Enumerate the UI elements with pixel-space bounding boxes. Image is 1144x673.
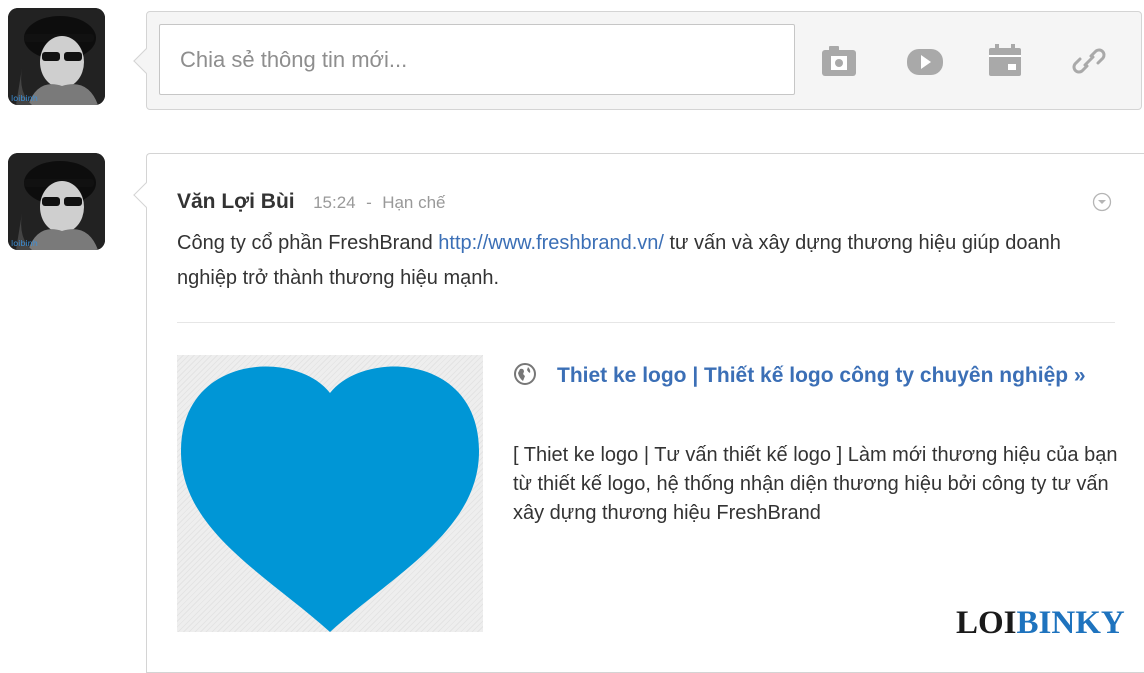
post-link[interactable]: http://www.freshbrand.vn/ bbox=[438, 232, 664, 254]
avatar-caption: loibinh bbox=[11, 239, 38, 248]
camera-icon[interactable] bbox=[819, 42, 859, 80]
avatar-photo bbox=[8, 8, 105, 105]
preview-description: [ Thiet ke logo | Tư vấn thiết kế logo ]… bbox=[513, 444, 1118, 524]
share-input[interactable] bbox=[159, 24, 795, 95]
heart-icon bbox=[180, 366, 480, 632]
preview-title-row: Thiet ke logo | Thiết kế logo công ty ch… bbox=[513, 358, 1113, 393]
bubble-arrow bbox=[133, 48, 159, 74]
preview-title-link[interactable]: Thiet ke logo | Thiết kế logo công ty ch… bbox=[557, 358, 1113, 393]
preview-thumbnail[interactable] bbox=[177, 355, 483, 632]
user-avatar[interactable]: loibinh bbox=[8, 8, 105, 105]
post-author-name[interactable]: Văn Lợi Bùi bbox=[177, 190, 295, 213]
link-icon[interactable] bbox=[1069, 42, 1109, 80]
chevron-down-icon[interactable] bbox=[1092, 192, 1112, 212]
divider bbox=[177, 322, 1115, 323]
post-timestamp[interactable]: 15:24 bbox=[313, 193, 356, 212]
watermark-part1: LOI bbox=[956, 605, 1017, 641]
video-icon[interactable] bbox=[905, 42, 945, 80]
meta-separator: - bbox=[366, 193, 372, 212]
feed-post: Văn Lợi Bùi 15:24 - Hạn chế Công ty cổ p… bbox=[133, 153, 1144, 673]
bubble-arrow bbox=[133, 182, 159, 208]
globe-icon bbox=[514, 363, 536, 385]
post-author-avatar[interactable]: loibinh bbox=[8, 153, 105, 250]
calendar-icon[interactable] bbox=[985, 42, 1025, 80]
watermark-part2: BINKY bbox=[1016, 605, 1125, 641]
share-composer bbox=[133, 11, 1142, 110]
post-body: Công ty cổ phần FreshBrand http://www.fr… bbox=[177, 226, 1117, 296]
post-visibility[interactable]: Hạn chế bbox=[382, 193, 445, 212]
watermark-logo: LOIBINKY bbox=[956, 605, 1125, 642]
avatar-photo bbox=[8, 153, 105, 250]
post-text-start: Công ty cổ phần FreshBrand bbox=[177, 232, 439, 254]
avatar-caption: loibinh bbox=[11, 94, 38, 103]
post-header: Văn Lợi Bùi 15:24 - Hạn chế bbox=[177, 190, 446, 214]
